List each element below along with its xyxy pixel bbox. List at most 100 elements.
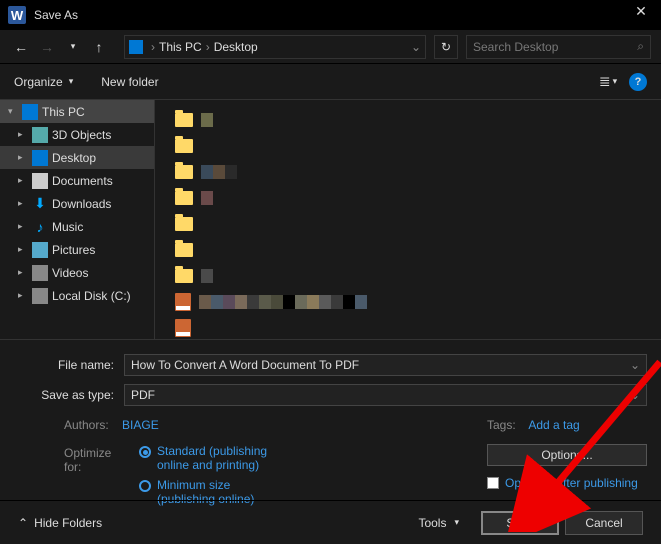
folder-icon: [175, 139, 193, 153]
expand-icon[interactable]: ▸: [18, 129, 28, 140]
annotation-arrow: [470, 352, 661, 532]
main-panel: ▾ This PC ▸ 3D Objects ▸ Desktop ▸ Documents ▸ ⬇ D…: [0, 100, 661, 340]
chevron-down-icon: ▾: [454, 517, 459, 528]
title-bar: W Save As ✕: [0, 0, 661, 30]
toolbar: Organize ▾ New folder ≣▾ ?: [0, 64, 661, 100]
help-button[interactable]: ?: [629, 73, 647, 91]
close-button[interactable]: ✕: [621, 0, 661, 26]
expand-icon[interactable]: ▸: [18, 244, 28, 255]
search-input[interactable]: Search Desktop ⌕: [466, 35, 651, 59]
breadcrumb-current[interactable]: Desktop: [214, 40, 258, 54]
tree-item-label: Documents: [52, 174, 113, 188]
word-app-icon: W: [8, 6, 26, 24]
tree-item-label: Videos: [52, 266, 88, 280]
radio-minimum[interactable]: [139, 480, 151, 492]
pc-icon: [129, 40, 143, 54]
navigation-bar: ← → ▾ ↑ › This PC › Desktop ⌄ ↻ Search D…: [0, 30, 661, 64]
filename-label: File name:: [14, 358, 124, 372]
refresh-button[interactable]: ↻: [434, 35, 458, 59]
savetype-label: Save as type:: [14, 388, 124, 402]
tree-item-label: Desktop: [52, 151, 96, 165]
tree-item-label: Music: [52, 220, 83, 234]
dl-icon: ⬇: [32, 196, 48, 212]
expand-icon[interactable]: ▸: [18, 221, 28, 232]
desk-icon: [32, 150, 48, 166]
disk-icon: [32, 288, 48, 304]
authors-label: Authors:: [64, 418, 109, 432]
optimize-label: Optimize for:: [64, 446, 129, 474]
tree-item-mus[interactable]: ▸ ♪ Music: [0, 215, 154, 238]
window-title: Save As: [34, 8, 621, 22]
tools-dropdown[interactable]: Tools ▾: [418, 516, 459, 530]
expand-icon[interactable]: ▸: [18, 198, 28, 209]
pdf-icon: [175, 319, 191, 337]
expand-icon[interactable]: ▾: [8, 106, 18, 117]
pdf-icon: [175, 293, 191, 311]
file-item[interactable]: [175, 134, 641, 158]
folder-icon: [175, 269, 193, 283]
radio-standard[interactable]: [139, 446, 151, 458]
file-item[interactable]: [175, 160, 641, 184]
folder-icon: [175, 243, 193, 257]
breadcrumb-root[interactable]: This PC: [159, 40, 202, 54]
search-placeholder: Search Desktop: [473, 40, 558, 54]
file-item[interactable]: [175, 290, 641, 314]
folder-icon: [175, 217, 193, 231]
search-icon: ⌕: [637, 39, 644, 54]
blurred-filename: [201, 269, 213, 283]
tree-item-pc[interactable]: ▾ This PC: [0, 100, 154, 123]
back-button[interactable]: ←: [10, 36, 32, 58]
blurred-filename: [201, 191, 213, 205]
chevron-down-icon: ▾: [69, 76, 74, 87]
authors-value[interactable]: BIAGE: [122, 418, 159, 432]
pic-icon: [32, 242, 48, 258]
tree-item-label: This PC: [42, 105, 85, 119]
tree-item-doc[interactable]: ▸ Documents: [0, 169, 154, 192]
forward-button[interactable]: →: [36, 36, 58, 58]
hide-folders-button[interactable]: ⌃ Hide Folders: [18, 516, 102, 530]
tree-item-label: Downloads: [52, 197, 111, 211]
chevron-down-icon[interactable]: ⌄: [411, 40, 421, 54]
tree-item-label: Pictures: [52, 243, 95, 257]
mus-icon: ♪: [32, 219, 48, 235]
blurred-filename: [199, 295, 367, 309]
folder-icon: [175, 113, 193, 127]
chevron-up-icon: ⌃: [18, 516, 28, 530]
file-list: [155, 100, 661, 339]
expand-icon[interactable]: ▸: [18, 290, 28, 301]
new-folder-button[interactable]: New folder: [101, 75, 158, 89]
doc-icon: [32, 173, 48, 189]
file-item[interactable]: [175, 108, 641, 132]
file-item[interactable]: [175, 316, 641, 339]
tree-item-pic[interactable]: ▸ Pictures: [0, 238, 154, 261]
folder-icon: [175, 165, 193, 179]
view-options-button[interactable]: ≣▾: [593, 71, 623, 93]
tree-item-vid[interactable]: ▸ Videos: [0, 261, 154, 284]
tree-item-label: 3D Objects: [52, 128, 111, 142]
file-item[interactable]: [175, 264, 641, 288]
vid-icon: [32, 265, 48, 281]
3d-icon: [32, 127, 48, 143]
pc-icon: [22, 104, 38, 120]
up-button[interactable]: ↑: [88, 36, 110, 58]
expand-icon[interactable]: ▸: [18, 175, 28, 186]
expand-icon[interactable]: ▸: [18, 267, 28, 278]
tree-item-dl[interactable]: ▸ ⬇ Downloads: [0, 192, 154, 215]
navigation-tree: ▾ This PC ▸ 3D Objects ▸ Desktop ▸ Documents ▸ ⬇ D…: [0, 100, 155, 339]
tree-item-label: Local Disk (C:): [52, 289, 131, 303]
organize-button[interactable]: Organize ▾: [14, 75, 73, 89]
tree-item-desk[interactable]: ▸ Desktop: [0, 146, 154, 169]
tree-item-3d[interactable]: ▸ 3D Objects: [0, 123, 154, 146]
tree-item-disk[interactable]: ▸ Local Disk (C:): [0, 284, 154, 307]
radio-standard-label[interactable]: Standard (publishing online and printing…: [157, 444, 287, 472]
folder-icon: [175, 191, 193, 205]
file-item[interactable]: [175, 212, 641, 236]
recent-dropdown[interactable]: ▾: [62, 36, 84, 58]
file-item[interactable]: [175, 186, 641, 210]
expand-icon[interactable]: ▸: [18, 152, 28, 163]
blurred-filename: [201, 165, 237, 179]
file-item[interactable]: [175, 238, 641, 262]
address-bar[interactable]: › This PC › Desktop ⌄: [124, 35, 426, 59]
blurred-filename: [201, 113, 213, 127]
chevron-right-icon: ›: [206, 40, 210, 54]
